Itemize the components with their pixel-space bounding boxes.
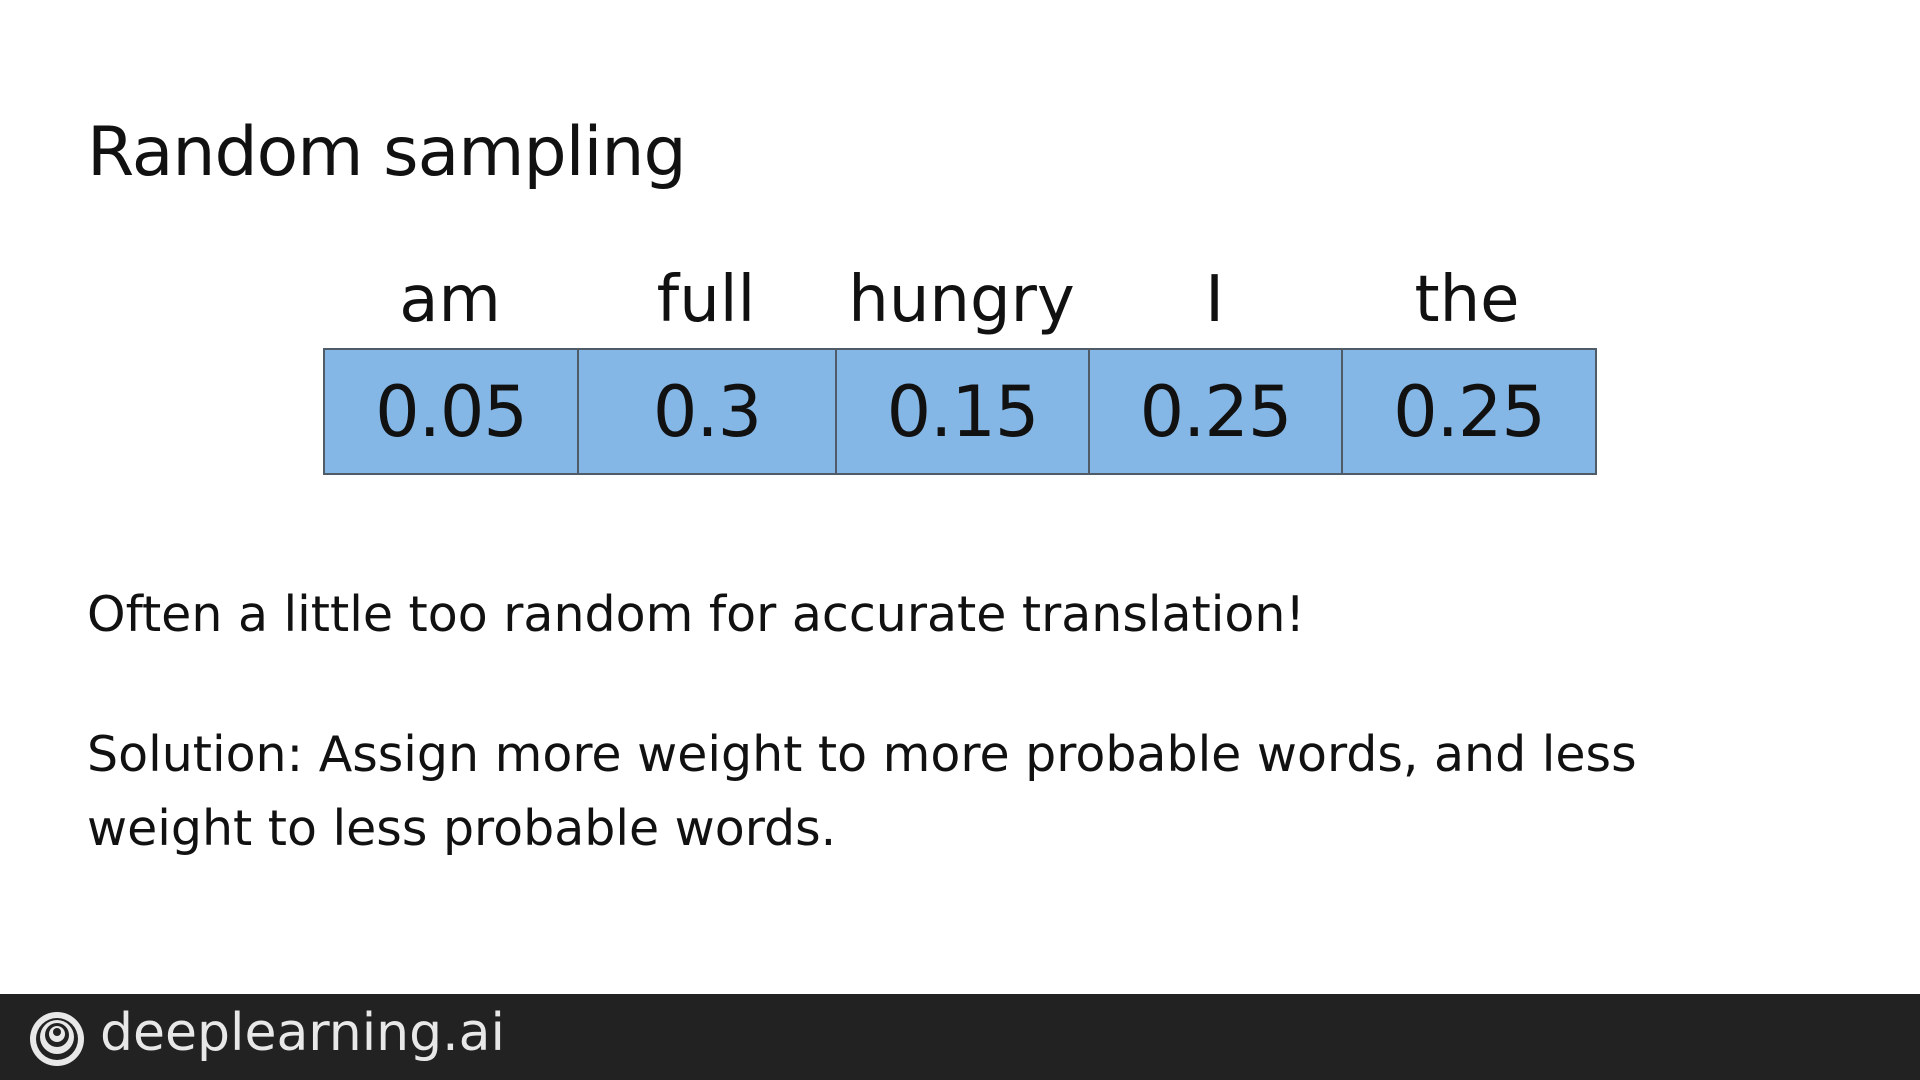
- probability-cell: 0.05: [325, 350, 579, 473]
- probability-cell: 0.15: [837, 350, 1090, 473]
- brand-name: deeplearning.ai: [100, 1003, 505, 1063]
- vocab-word: full: [656, 263, 756, 337]
- vocab-word: I: [1205, 263, 1224, 337]
- vocab-word: am: [399, 263, 501, 337]
- deeplearning-ai-logo-icon: [30, 1012, 84, 1066]
- footer-bar: deeplearning.ai: [0, 994, 1920, 1080]
- vocabulary-distribution: am full hungry I the 0.05 0.3 0.15 0.25 …: [323, 252, 1597, 475]
- note-text: Often a little too random for accurate t…: [87, 586, 1306, 643]
- solution-text: Solution: Assign more weight to more pro…: [87, 726, 1637, 857]
- probability-cell: 0.25: [1393, 370, 1546, 453]
- vocab-word: the: [1414, 263, 1520, 337]
- vocab-word: hungry: [848, 263, 1075, 337]
- probability-cell: 0.3: [579, 350, 837, 473]
- slide-title: Random sampling: [87, 113, 687, 192]
- probability-row: 0.05 0.3 0.15 0.25 0.25: [323, 348, 1597, 475]
- vocabulary-words-row: am full hungry I the: [323, 252, 1597, 348]
- probability-cell: 0.25: [1090, 350, 1343, 473]
- slide: Random sampling am full hungry I the 0.0…: [0, 0, 1920, 1080]
